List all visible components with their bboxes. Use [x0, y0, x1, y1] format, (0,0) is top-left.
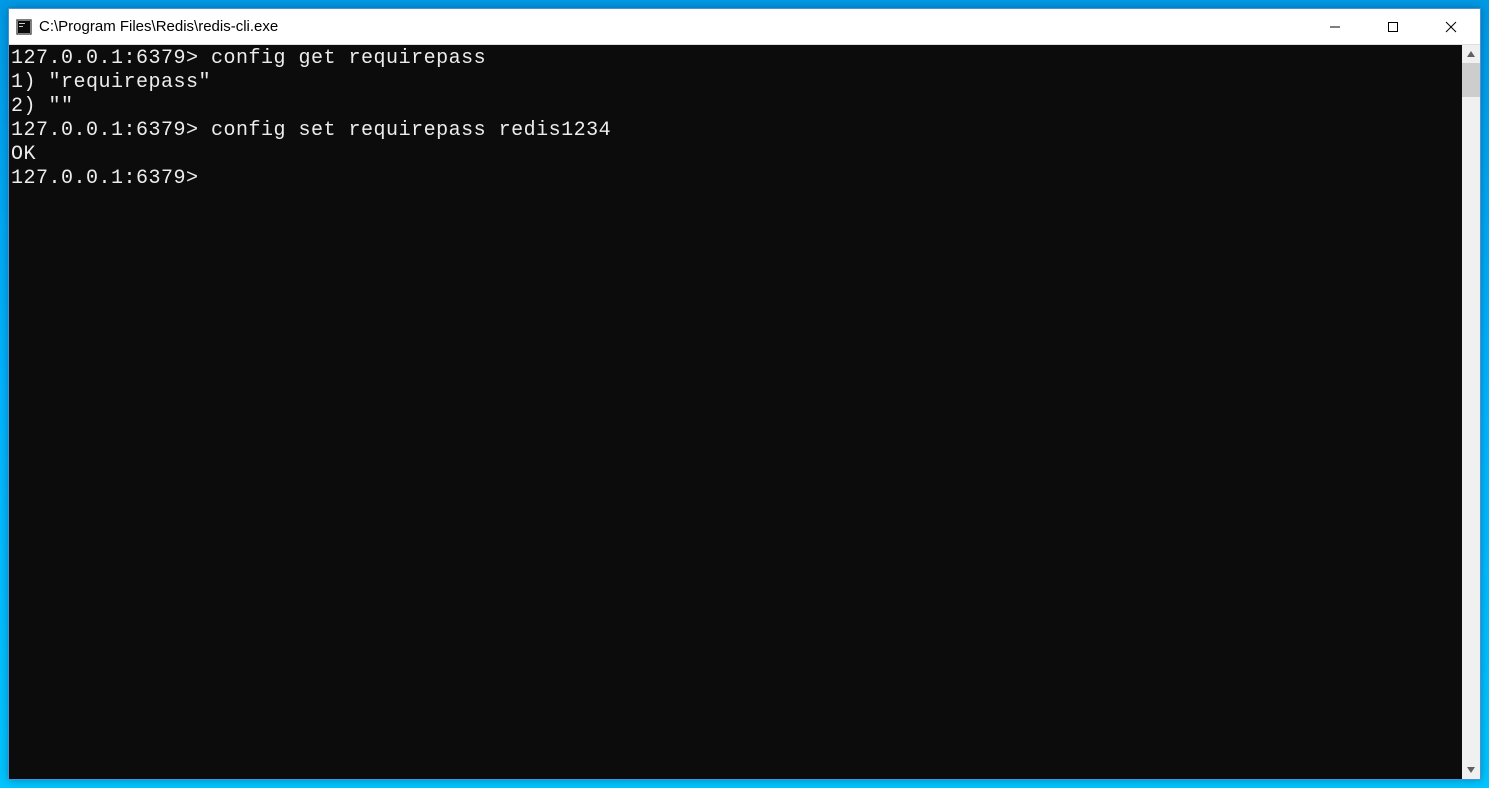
prompt: 127.0.0.1:6379>	[11, 47, 199, 70]
terminal-line: OK	[11, 143, 1462, 167]
terminal-line: 127.0.0.1:6379> config get requirepass	[11, 47, 1462, 71]
command-text: config get requirepass	[199, 47, 487, 70]
terminal-line: 2) ""	[11, 95, 1462, 119]
scroll-track[interactable]	[1462, 63, 1480, 761]
title-bar[interactable]: C:\Program Files\Redis\redis-cli.exe	[9, 9, 1480, 45]
terminal-line: 1) "requirepass"	[11, 71, 1462, 95]
scroll-thumb[interactable]	[1462, 63, 1480, 97]
minimize-button[interactable]	[1306, 9, 1364, 44]
console-window: C:\Program Files\Redis\redis-cli.exe 127…	[8, 8, 1481, 780]
prompt: 127.0.0.1:6379>	[11, 167, 199, 190]
terminal-line: 127.0.0.1:6379> config set requirepass r…	[11, 119, 1462, 143]
scroll-up-arrow-icon[interactable]	[1462, 45, 1480, 63]
scroll-down-arrow-icon[interactable]	[1462, 761, 1480, 779]
app-icon	[15, 18, 33, 36]
terminal-content[interactable]: 127.0.0.1:6379> config get requirepass1)…	[9, 45, 1462, 779]
window-title: C:\Program Files\Redis\redis-cli.exe	[39, 18, 1306, 35]
close-button[interactable]	[1422, 9, 1480, 44]
window-controls	[1306, 9, 1480, 44]
terminal-line: 127.0.0.1:6379>	[11, 167, 1462, 191]
vertical-scrollbar[interactable]	[1462, 45, 1480, 779]
command-text: config set requirepass redis1234	[199, 119, 612, 142]
prompt: 127.0.0.1:6379>	[11, 119, 199, 142]
maximize-button[interactable]	[1364, 9, 1422, 44]
terminal-body: 127.0.0.1:6379> config get requirepass1)…	[9, 45, 1480, 779]
